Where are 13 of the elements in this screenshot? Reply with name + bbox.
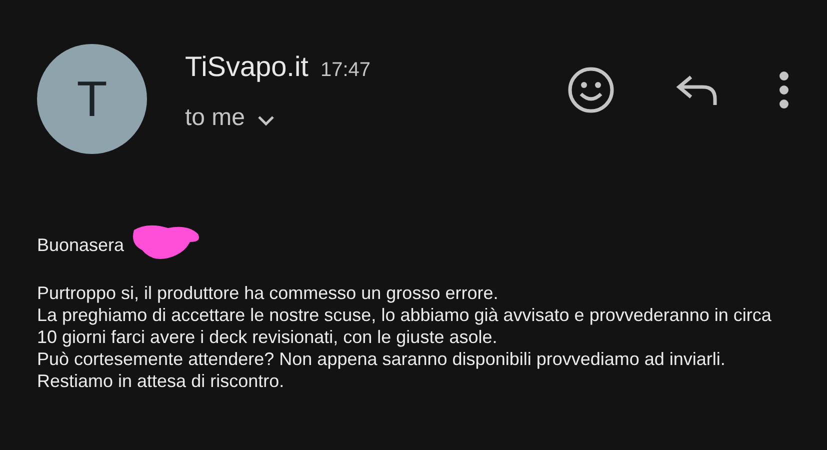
message-line: Può cortesemente attendere? Non appena saranno disponibili provvediamo ad inviarli.	[37, 348, 726, 370]
emoji-icon[interactable]	[567, 66, 615, 114]
chevron-down-icon	[257, 115, 276, 127]
message-line: Purtroppo si, il produttore ha commesso un grosso errore.	[37, 282, 500, 304]
sender-name: TiSvapo.it	[185, 50, 308, 84]
time: 17:47	[320, 58, 371, 83]
reply-icon[interactable]	[675, 73, 719, 107]
message-line: La preghiamo di accettare le nostre scuse, lo abbiamo già avvisato e provvederanno in circa 10 giorni farci avere i deck revisionati, con le giuste asole.	[37, 304, 772, 348]
avatar: T	[37, 44, 147, 154]
more-icon[interactable]	[779, 71, 789, 109]
greeting: Buonasera	[37, 234, 124, 256]
message-line: Restiamo in attesa di riscontro.	[37, 370, 286, 392]
recipient-toggle[interactable]: to me	[185, 100, 371, 136]
